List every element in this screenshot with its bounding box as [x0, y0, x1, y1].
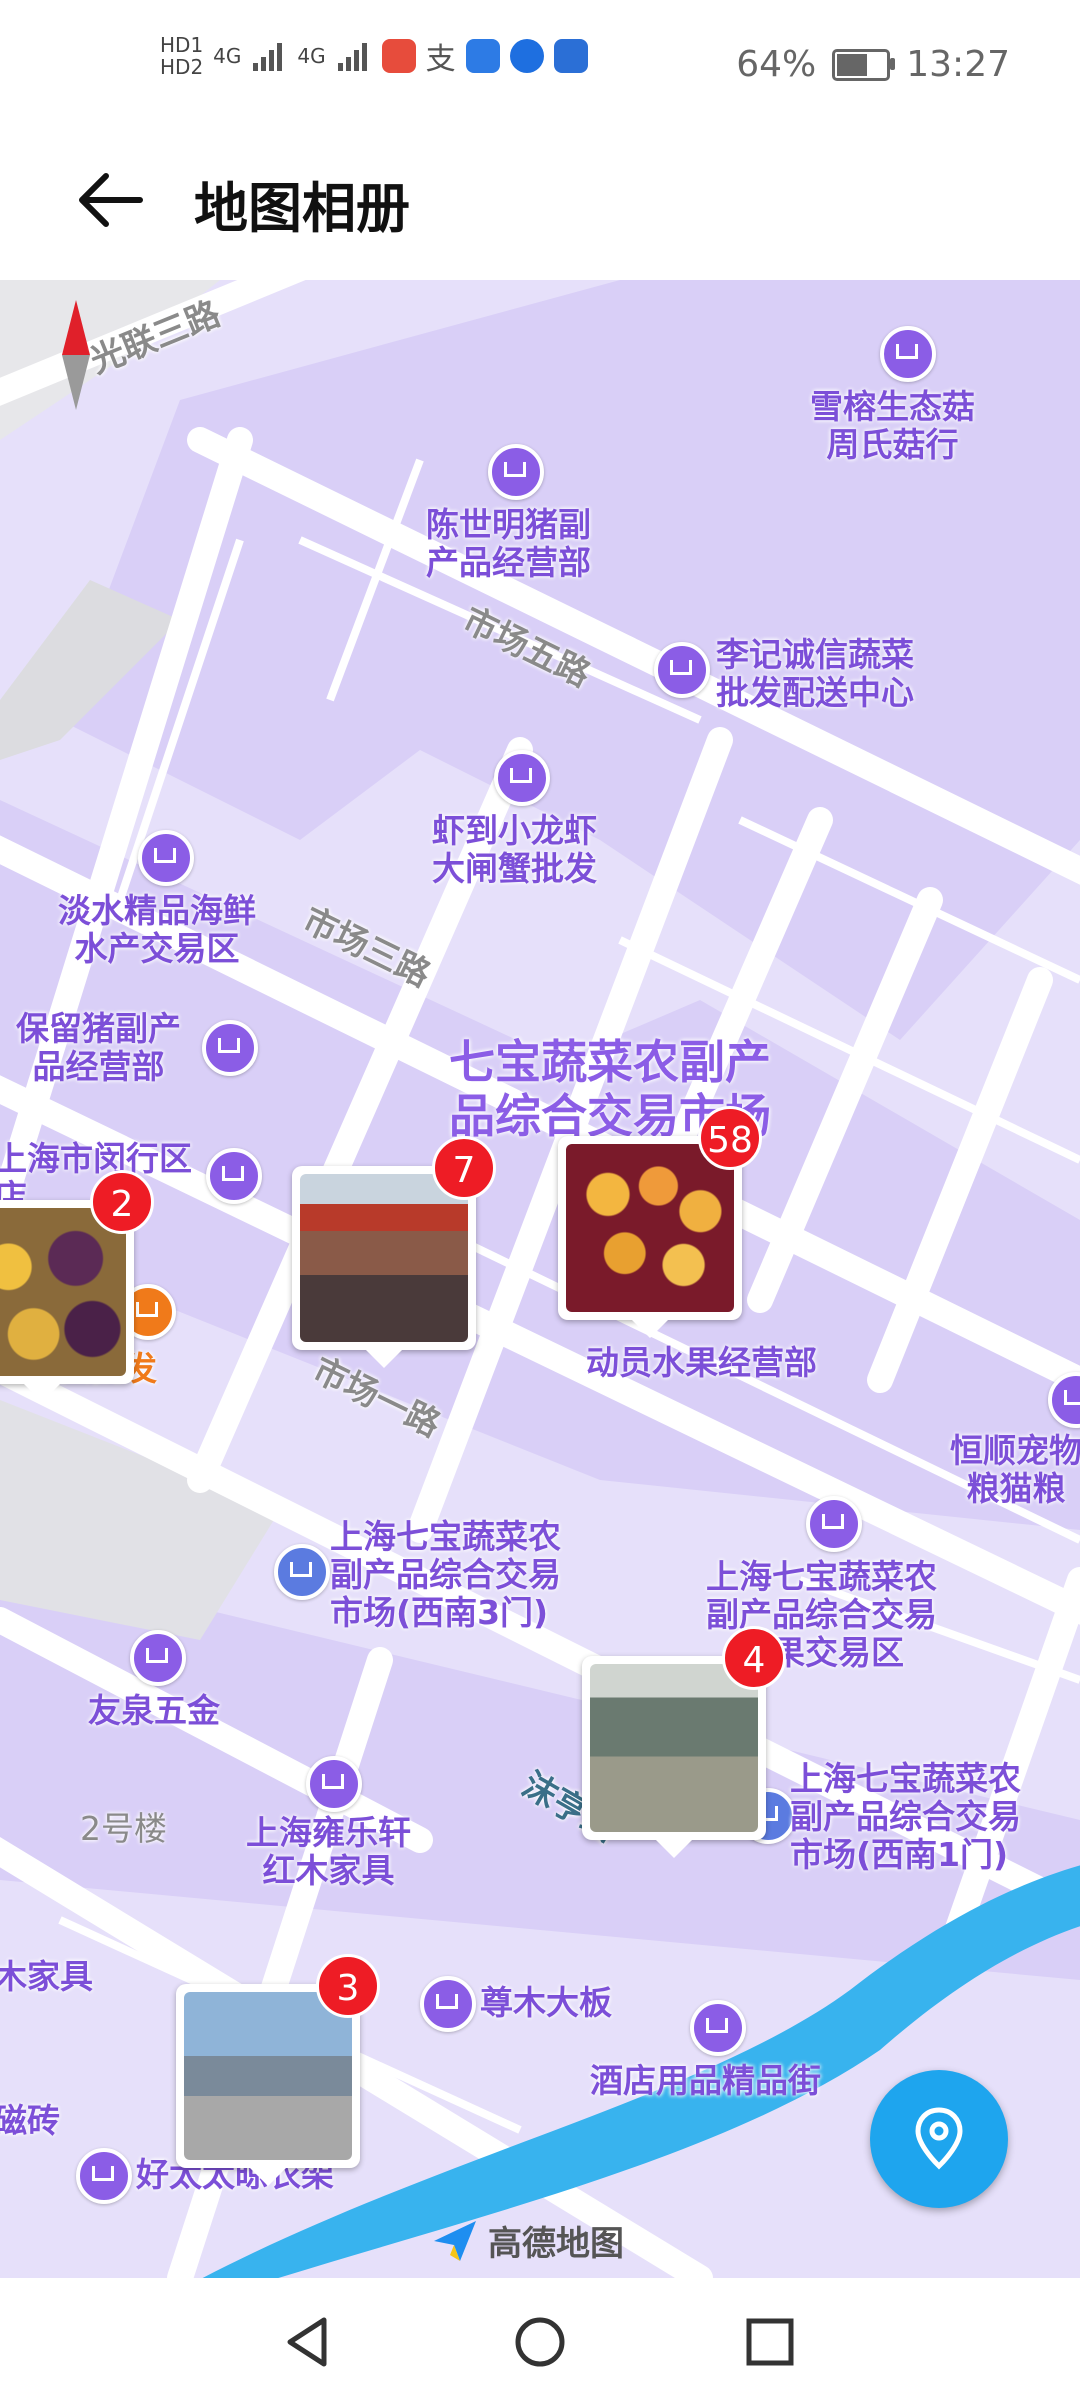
net2-label: 4G — [297, 44, 326, 68]
photo-thumbnail — [0, 1208, 126, 1376]
photo-cluster[interactable]: 2 — [0, 1170, 154, 1402]
page-title: 地图相册 — [194, 177, 410, 240]
app-bar: 地图相册 — [0, 130, 1080, 280]
shop-poi-icon[interactable] — [806, 1496, 862, 1552]
poi-label[interactable]: 酒店用品精品街 — [590, 2062, 821, 2100]
education-app-icon — [465, 39, 500, 73]
photo-thumbnail — [590, 1664, 758, 1832]
signal2-icon — [337, 43, 367, 71]
locate-button[interactable] — [870, 2070, 1008, 2208]
nav-home-icon[interactable] — [510, 2312, 570, 2372]
book-app-icon — [381, 39, 416, 73]
photo-cluster[interactable]: 58 — [558, 1106, 762, 1338]
photo-cluster[interactable]: 3 — [176, 1954, 380, 2186]
amap-logo-text: 高德地图 — [488, 2223, 624, 2264]
poi-label[interactable]: 尊木大板 — [480, 1984, 612, 2022]
shop-poi-icon[interactable] — [420, 1976, 476, 2032]
poi-label[interactable]: 上海七宝蔬菜农 副产品综合交易 市场(西南3门) — [330, 1518, 561, 1632]
signal1-icon — [253, 43, 283, 71]
battery-icon — [832, 48, 896, 81]
translate-app-icon — [553, 39, 588, 73]
gate-poi-icon[interactable] — [274, 1544, 330, 1600]
clock: 13:27 — [906, 44, 1010, 85]
shop-poi-icon[interactable] — [76, 2148, 132, 2204]
location-pin-icon — [915, 2107, 963, 2170]
shop-poi-icon[interactable] — [654, 642, 710, 698]
photo-count-badge: 3 — [316, 1954, 380, 2018]
poi-label[interactable]: 磁砖 — [0, 2102, 60, 2140]
poi-label[interactable]: 2号楼 — [80, 1810, 167, 1848]
poi-label[interactable]: 李记诚信蔬菜 批发配送中心 — [716, 636, 914, 712]
poi-label[interactable]: 淡水精品海鲜 水产交易区 — [58, 892, 256, 968]
poi-label[interactable]: 恒顺宠物 粮猫粮 — [950, 1432, 1080, 1508]
navigation-bar — [0, 2278, 1080, 2400]
hd-indicator: HD1 HD2 — [160, 34, 203, 78]
photo-cluster[interactable]: 4 — [582, 1626, 786, 1858]
poi-label[interactable]: 陈世明猪副 产品经营部 — [426, 506, 591, 582]
photo-count-badge: 7 — [432, 1136, 496, 1200]
shop-poi-icon[interactable] — [880, 326, 936, 382]
poi-label[interactable]: 保留猪副产 品经营部 — [16, 1010, 181, 1086]
photo-count-badge: 58 — [698, 1106, 762, 1170]
battery-percent: 64% — [736, 44, 817, 85]
status-right: 64% 13:27 — [736, 44, 1010, 85]
amap-logo: 高德地图 — [430, 2215, 624, 2265]
shop-poi-icon[interactable] — [202, 1020, 258, 1076]
cart-poi-icon[interactable] — [206, 1148, 262, 1204]
poi-label[interactable]: 动员水果经营部 — [586, 1344, 817, 1382]
status-left-icons: HD1 HD2 4G 4G 支 — [160, 34, 588, 78]
poi-label[interactable]: 上海七宝蔬菜农 副产品综合交易 市场(西南1门) — [790, 1760, 1021, 1874]
shop-poi-icon[interactable] — [130, 1630, 186, 1686]
back-arrow-icon[interactable] — [70, 160, 150, 240]
photo-thumbnail — [300, 1174, 468, 1342]
alipay-app-icon: 支 — [425, 42, 456, 77]
shop-poi-icon[interactable] — [306, 1756, 362, 1812]
photo-cluster[interactable]: 7 — [292, 1136, 496, 1368]
photo-thumbnail — [566, 1144, 734, 1312]
photo-thumbnail — [184, 1992, 352, 2160]
net1-label: 4G — [213, 44, 242, 68]
hd1-label: HD1 — [160, 33, 204, 57]
shop-poi-icon[interactable] — [488, 444, 544, 500]
amap-logo-icon — [434, 2221, 476, 2261]
shop-poi-icon[interactable] — [138, 830, 194, 886]
shop-poi-icon[interactable] — [494, 750, 550, 806]
poi-label[interactable]: 雪榕生态菇 周氏菇行 — [810, 388, 975, 464]
poi-label[interactable]: 友泉五金 — [88, 1692, 220, 1730]
lightbulb-app-icon — [509, 39, 544, 73]
shop-poi-icon[interactable] — [690, 2000, 746, 2056]
map-view[interactable]: 光联三路 市场五路 市场三路 市场一路 沫亨路 七宝蔬菜农副产品综合交易市场 雪… — [0, 280, 1080, 2278]
poi-label[interactable]: 虾到小龙虾 大闸蟹批发 — [432, 812, 597, 888]
nav-back-icon[interactable] — [278, 2312, 338, 2372]
photo-count-badge: 2 — [90, 1170, 154, 1234]
status-bar: HD1 HD2 4G 4G 支 64% 13:27 — [0, 0, 1080, 130]
poi-label[interactable]: 木家具 — [0, 1958, 93, 1996]
photo-count-badge: 4 — [722, 1626, 786, 1690]
hd2-label: HD2 — [160, 55, 204, 79]
nav-recents-icon[interactable] — [740, 2312, 800, 2372]
poi-label[interactable]: 上海雍乐轩 红木家具 — [246, 1814, 411, 1890]
